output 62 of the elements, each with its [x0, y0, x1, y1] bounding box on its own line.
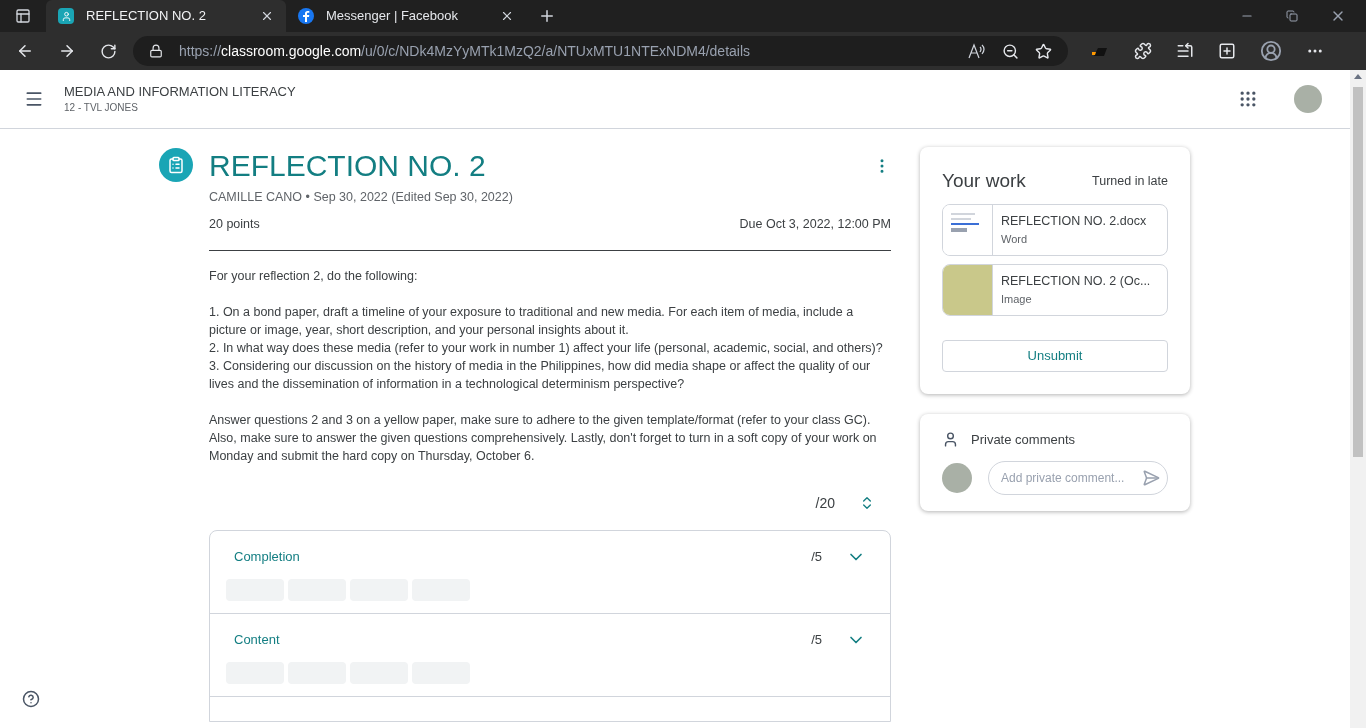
refresh-icon[interactable]: [100, 42, 117, 60]
tab-title: Messenger | Facebook: [326, 7, 459, 26]
attachment-name: REFLECTION NO. 2 (Oc...: [1001, 272, 1151, 290]
zoom-out-icon[interactable]: [1002, 42, 1019, 60]
criterion-score: /5: [811, 547, 822, 566]
photo-placeholder: [943, 264, 993, 315]
points-text: 20 points: [209, 215, 260, 233]
rubric-criterion[interactable]: Content /5: [210, 613, 890, 697]
attachment-type: Image: [1001, 291, 1033, 307]
browser-tab[interactable]: Messenger | Facebook: [286, 0, 526, 32]
scrollbar[interactable]: [1350, 70, 1366, 728]
status-text: Turned in late: [1092, 172, 1168, 190]
back-icon[interactable]: [16, 42, 34, 60]
attachment-card[interactable]: REFLECTION NO. 2 (Oc... Image: [942, 263, 1168, 316]
document-thumbnail: [943, 204, 993, 255]
assignment-title: REFLECTION NO. 2: [209, 148, 486, 184]
instruction-text: 2. In what way does these media (refer to your work in number 1) affect your life (personal, academic, social, and others)?: [209, 339, 884, 357]
facebook-icon: [298, 8, 314, 24]
section-title: Private comments: [971, 430, 1076, 449]
card-title: Your work: [942, 169, 1026, 193]
help-icon[interactable]: [22, 690, 40, 708]
apps-icon[interactable]: [1238, 89, 1258, 109]
criterion-name: Completion: [234, 547, 301, 566]
tab-title: REFLECTION NO. 2: [86, 7, 207, 26]
rubric-criterion[interactable]: Completion /5: [210, 530, 890, 614]
url-text: https://classroom.google.com/u/0/c/NDk4MzYyMTk1MzQ2/a/NTUxMTU1NTExNDM4/details: [179, 41, 752, 61]
assignment-icon: [159, 148, 193, 182]
read-aloud-icon[interactable]: [968, 43, 986, 59]
assignment-meta: CAMILLE CANO • Sep 30, 2022 (Edited Sep 30, 2022): [209, 189, 514, 206]
profile-icon[interactable]: [1260, 40, 1282, 62]
comment-field[interactable]: Add private comment...: [988, 461, 1168, 495]
classroom-icon: [58, 8, 74, 24]
add-favorite-icon[interactable]: [1035, 42, 1052, 60]
attachment-type: Word: [1001, 231, 1029, 247]
criterion-score: /5: [811, 630, 822, 649]
attachment-name: REFLECTION NO. 2.docx: [1001, 212, 1147, 230]
close-icon[interactable]: [500, 9, 514, 23]
forward-icon[interactable]: [58, 42, 76, 60]
due-date: Due Oct 3, 2022, 12:00 PM: [739, 215, 891, 233]
restore-icon[interactable]: [1286, 10, 1298, 22]
collections-icon[interactable]: [1218, 42, 1236, 60]
instruction-text: For your reflection 2, do the following:: [209, 267, 419, 285]
favorites-icon[interactable]: [1176, 42, 1194, 60]
total-score: /20: [815, 493, 835, 513]
course-title[interactable]: MEDIA AND INFORMATION LITERACY: [64, 83, 1218, 100]
new-tab-icon[interactable]: [538, 7, 556, 25]
instruction-text: 3. Considering our discussion on the history of media in the Philippines, how did media shape or affect the quality of our lives and the dissemination of information in a technological determinism perspective?: [209, 357, 872, 393]
extensions-icon[interactable]: [1134, 42, 1152, 60]
close-icon[interactable]: [260, 9, 274, 23]
attachment-card[interactable]: REFLECTION NO. 2.docx Word: [942, 203, 1168, 256]
address-bar[interactable]: https://classroom.google.com/u/0/c/NDk4MzYyMTk1MzQ2/a/NTUxMTU1NTExNDM4/details: [133, 36, 1068, 66]
browser-tab[interactable]: REFLECTION NO. 2: [46, 0, 286, 32]
person-icon: [942, 430, 959, 448]
send-icon[interactable]: [1142, 469, 1160, 487]
criterion-name: Content: [234, 630, 281, 649]
instruction-text: 1. On a bond paper, draft a timeline of your exposure to traditional and new media. For each item of media, include a picture or image, year, short description, and your personal insights about it.: [209, 303, 855, 339]
instruction-text: Answer questions 2 and 3 on a yellow paper, make sure to adhere to the given template/format (refer to your class GC). Also, make sure to answer the given questions comprehensively. Lastly, don't forget to turn in a soft copy of your work on Monday and submit the hard copy on Thursday, October 6.: [209, 411, 878, 465]
avatar-icon: [942, 463, 972, 493]
menu-icon[interactable]: [24, 89, 44, 109]
lock-icon: [149, 44, 163, 58]
unsubmit-button[interactable]: Unsubmit: [942, 339, 1168, 372]
course-section: 12 - TVL JONES: [64, 99, 1218, 115]
